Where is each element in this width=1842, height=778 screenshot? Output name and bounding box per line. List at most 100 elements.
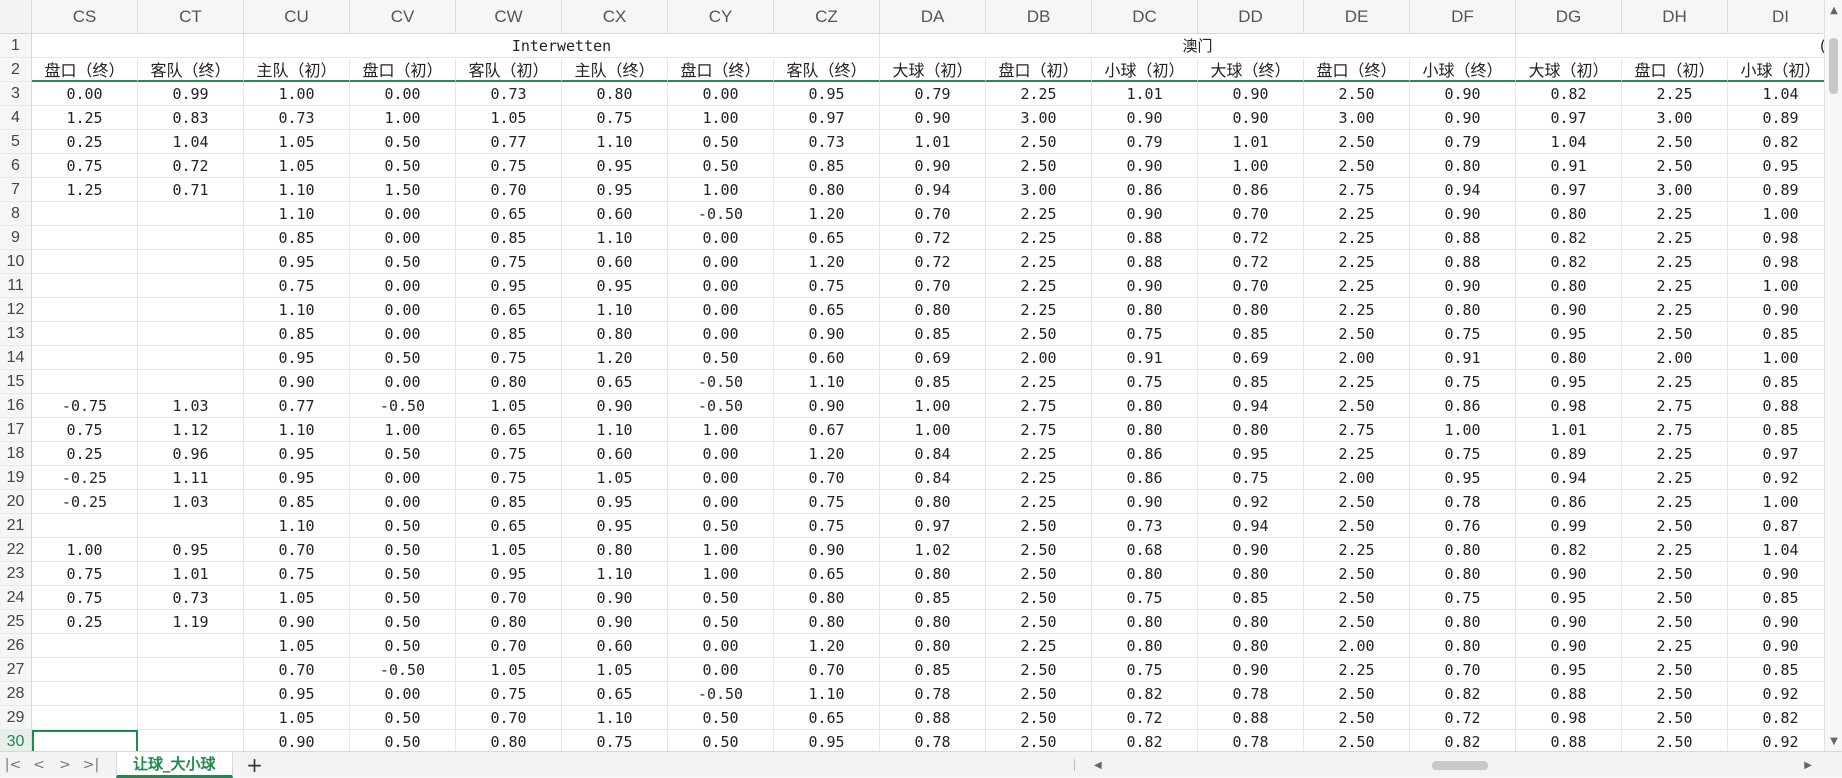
table-cell[interactable]: 0.91: [1092, 346, 1198, 370]
table-cell[interactable]: 0.85: [244, 226, 350, 250]
table-cell[interactable]: 2.50: [1304, 562, 1410, 586]
table-cell[interactable]: 1.20: [774, 250, 880, 274]
table-cell[interactable]: 0.50: [350, 514, 456, 538]
table-cell[interactable]: 0.75: [456, 442, 562, 466]
select-all-corner[interactable]: [0, 0, 32, 34]
table-cell[interactable]: -0.50: [668, 682, 774, 706]
table-cell[interactable]: 2.50: [1622, 562, 1728, 586]
table-cell[interactable]: 0.73: [456, 82, 562, 106]
table-cell[interactable]: 0.65: [456, 418, 562, 442]
table-cell[interactable]: 0.95: [774, 82, 880, 106]
table-cell[interactable]: 0.90: [1728, 610, 1824, 634]
cell-row1-cs-ct[interactable]: [32, 34, 244, 58]
table-cell[interactable]: 0.72: [880, 250, 986, 274]
table-cell[interactable]: 1.10: [562, 706, 668, 730]
table-cell[interactable]: 0.80: [1198, 418, 1304, 442]
table-cell[interactable]: 0.75: [1092, 586, 1198, 610]
table-cell[interactable]: 0.85: [880, 658, 986, 682]
table-cell[interactable]: 2.75: [1304, 178, 1410, 202]
table-cell[interactable]: 0.83: [138, 106, 244, 130]
table-cell[interactable]: 0.75: [1092, 370, 1198, 394]
table-cell[interactable]: 2.25: [1622, 538, 1728, 562]
table-cell[interactable]: 3.00: [986, 178, 1092, 202]
table-cell[interactable]: [32, 514, 138, 538]
table-cell[interactable]: 0.77: [456, 130, 562, 154]
table-cell[interactable]: 1.00: [880, 394, 986, 418]
table-cell[interactable]: 0.80: [774, 610, 880, 634]
table-cell[interactable]: 0.50: [350, 130, 456, 154]
subheader-cell[interactable]: 客队（终）: [774, 58, 880, 82]
table-cell[interactable]: [138, 322, 244, 346]
table-cell[interactable]: 0.00: [350, 490, 456, 514]
table-cell[interactable]: 0.50: [668, 706, 774, 730]
row-header[interactable]: 6: [0, 154, 31, 178]
table-cell[interactable]: 0.73: [1092, 514, 1198, 538]
table-cell[interactable]: [32, 682, 138, 706]
table-cell[interactable]: 0.72: [1198, 250, 1304, 274]
table-cell[interactable]: 0.70: [774, 658, 880, 682]
table-cell[interactable]: 0.90: [1092, 154, 1198, 178]
table-cell[interactable]: 0.82: [1516, 538, 1622, 562]
table-cell[interactable]: 0.79: [1092, 130, 1198, 154]
table-cell[interactable]: 0.84: [880, 466, 986, 490]
table-cell[interactable]: 0.80: [880, 634, 986, 658]
table-cell[interactable]: 0.69: [1198, 346, 1304, 370]
table-cell[interactable]: 0.97: [1728, 442, 1824, 466]
row-header[interactable]: 22: [0, 538, 31, 562]
table-cell[interactable]: 2.50: [1622, 130, 1728, 154]
table-cell[interactable]: 1.04: [1728, 82, 1824, 106]
table-cell[interactable]: 1.00: [1728, 490, 1824, 514]
horizontal-scrollbar[interactable]: ◀ ▶: [1074, 757, 1812, 773]
table-cell[interactable]: 0.80: [1516, 202, 1622, 226]
column-header[interactable]: DE: [1304, 0, 1410, 34]
table-cell[interactable]: 1.05: [244, 130, 350, 154]
table-cell[interactable]: 0.75: [774, 514, 880, 538]
table-cell[interactable]: 0.95: [562, 154, 668, 178]
table-cell[interactable]: 0.85: [456, 490, 562, 514]
table-cell[interactable]: 0.88: [1092, 226, 1198, 250]
table-cell[interactable]: 0.00: [350, 466, 456, 490]
table-cell[interactable]: 2.50: [1622, 682, 1728, 706]
table-cell[interactable]: 2.25: [1622, 442, 1728, 466]
table-cell[interactable]: 0.90: [1410, 202, 1516, 226]
table-cell[interactable]: 1.12: [138, 418, 244, 442]
table-cell[interactable]: 2.50: [1304, 586, 1410, 610]
group-header-next[interactable]: (: [1516, 34, 1824, 58]
scroll-up-icon[interactable]: ▲: [1825, 2, 1842, 18]
table-cell[interactable]: 1.05: [244, 586, 350, 610]
table-cell[interactable]: 0.75: [32, 154, 138, 178]
table-cell[interactable]: 1.00: [668, 562, 774, 586]
table-cell[interactable]: 0.95: [1198, 442, 1304, 466]
table-cell[interactable]: 2.00: [1304, 346, 1410, 370]
table-cell[interactable]: 0.91: [1410, 346, 1516, 370]
table-cell[interactable]: 0.95: [562, 274, 668, 298]
table-cell[interactable]: 0.90: [1728, 562, 1824, 586]
table-cell[interactable]: [138, 226, 244, 250]
scroll-down-icon[interactable]: ▼: [1825, 733, 1842, 749]
row-header[interactable]: 3: [0, 82, 31, 106]
table-cell[interactable]: 0.25: [32, 442, 138, 466]
table-cell[interactable]: 0.88: [1516, 682, 1622, 706]
table-cell[interactable]: 0.25: [32, 130, 138, 154]
row-header[interactable]: 7: [0, 178, 31, 202]
table-cell[interactable]: 1.10: [244, 202, 350, 226]
table-cell[interactable]: 2.50: [986, 538, 1092, 562]
table-cell[interactable]: 2.25: [1622, 82, 1728, 106]
subheader-cell[interactable]: 小球（初）: [1092, 58, 1198, 82]
table-cell[interactable]: 0.90: [1198, 106, 1304, 130]
column-header[interactable]: CV: [350, 0, 456, 34]
table-cell[interactable]: 0.90: [1516, 634, 1622, 658]
table-cell[interactable]: 2.00: [1622, 346, 1728, 370]
table-cell[interactable]: 0.86: [1410, 394, 1516, 418]
table-cell[interactable]: 1.00: [1198, 154, 1304, 178]
row-header[interactable]: 21: [0, 514, 31, 538]
subheader-cell[interactable]: 大球（终）: [1198, 58, 1304, 82]
row-header[interactable]: 17: [0, 418, 31, 442]
table-cell[interactable]: 0.65: [456, 298, 562, 322]
table-cell[interactable]: 1.05: [244, 706, 350, 730]
table-cell[interactable]: 0.78: [1198, 682, 1304, 706]
table-cell[interactable]: 0.92: [1728, 466, 1824, 490]
table-cell[interactable]: 0.00: [350, 274, 456, 298]
table-cell[interactable]: 0.80: [880, 490, 986, 514]
table-cell[interactable]: 0.75: [32, 418, 138, 442]
